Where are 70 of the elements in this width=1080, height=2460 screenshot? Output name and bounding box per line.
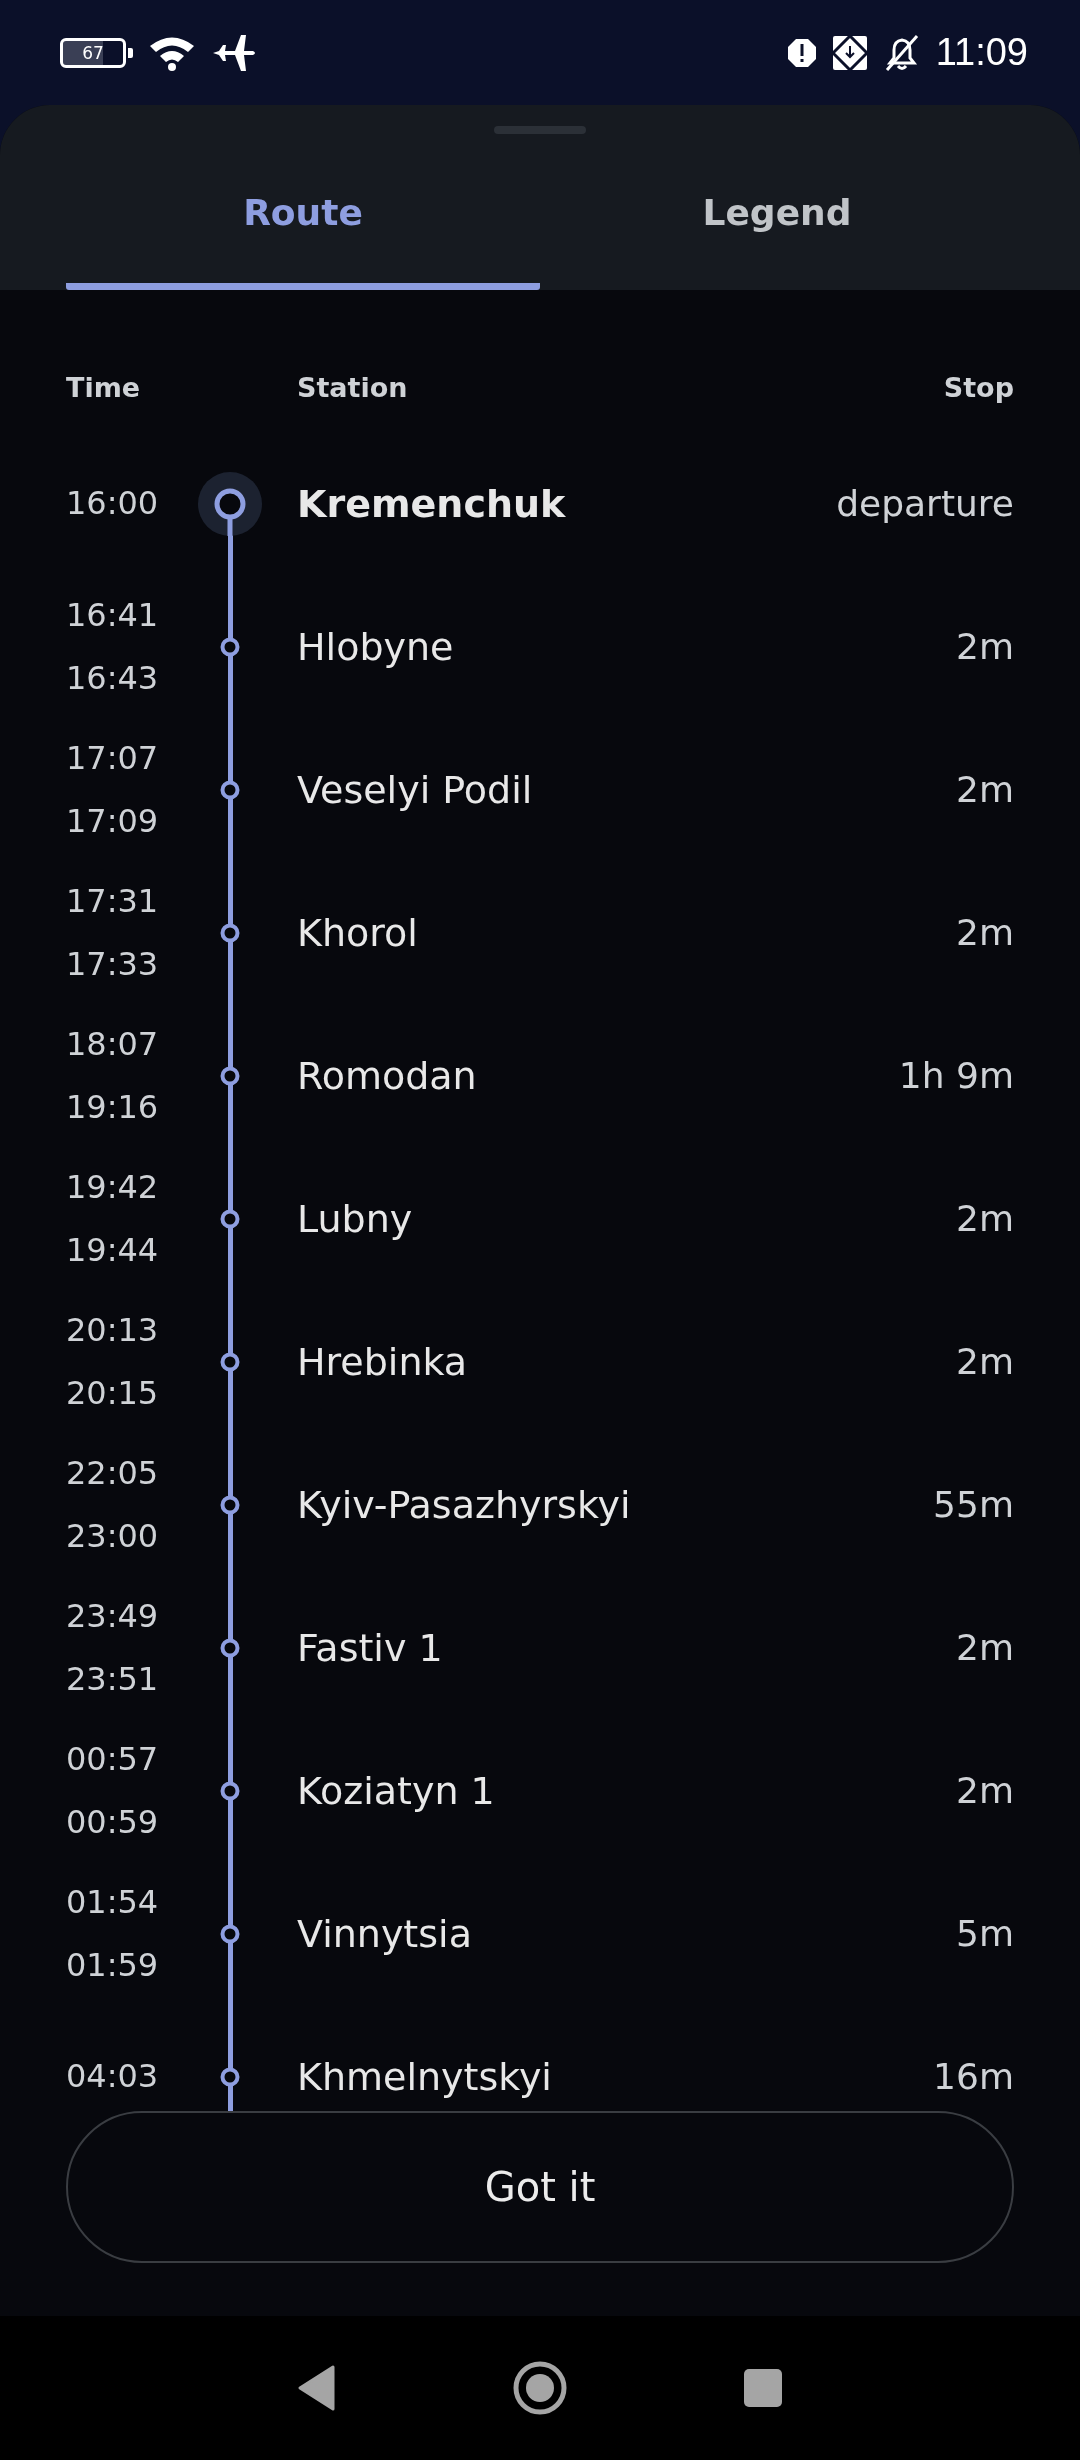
time-text: 16:43 [66, 657, 160, 699]
stop-duration: 2m [956, 1627, 1014, 1668]
column-header: Stop [943, 373, 1014, 403]
station-name: Hlobyne [296, 624, 455, 669]
time-text: 20:15 [66, 1372, 160, 1414]
time-text: 23:51 [66, 1658, 160, 1700]
tab[interactable]: Legend [540, 160, 1014, 290]
stop-duration: 2m [956, 912, 1014, 953]
station-name: Hrebinka [296, 1339, 469, 1384]
stop-duration: 2m [956, 1198, 1014, 1239]
timeline-stop-icon [220, 1923, 240, 1944]
time-text: 19:42 [66, 1166, 160, 1208]
timeline-stop-icon [220, 922, 240, 943]
station-name: Lubny [296, 1196, 414, 1241]
recents-icon[interactable] [743, 2368, 783, 2408]
stop-duration: 2m [956, 1770, 1014, 1811]
column-header: Station [297, 373, 409, 403]
station-name: Veselyi Podil [296, 767, 534, 812]
time-text: 20:13 [66, 1309, 160, 1351]
time-text: 00:59 [66, 1801, 160, 1843]
timeline-stop-icon [220, 1637, 240, 1658]
station-name: Kremenchuk [296, 481, 567, 526]
station-name: Khmelnytskyi [296, 2054, 553, 2099]
station-name: Fastiv 1 [296, 1625, 444, 1670]
stop-duration: 16m [933, 2056, 1014, 2097]
time-text: 16:41 [66, 594, 160, 636]
time-text: 00:57 [66, 1738, 160, 1780]
time-text: 04:03 [66, 2056, 160, 2097]
timeline-stop-icon [220, 1065, 240, 1086]
station-name: Romodan [296, 1053, 478, 1098]
timeline-stop-icon [220, 1208, 240, 1229]
time-text: 17:31 [66, 880, 160, 922]
time-text: 01:54 [66, 1881, 160, 1923]
stop-duration: 2m [956, 626, 1014, 667]
time-text: 17:09 [66, 800, 160, 842]
station-name: Kyiv-Pasazhyrskyi [296, 1482, 632, 1527]
station-name: Khorol [296, 910, 419, 955]
station-name: Vinnytsia [296, 1911, 473, 1956]
stop-duration: 1h 9m [898, 1055, 1014, 1096]
timeline-stop-icon [220, 636, 240, 657]
stop-duration: departure [836, 483, 1014, 524]
time-text: 18:07 [66, 1023, 160, 1065]
back-icon[interactable] [297, 2365, 337, 2411]
stop-duration: 2m [956, 1341, 1014, 1382]
time-text: 23:00 [66, 1515, 160, 1557]
timeline-stop-icon [220, 1780, 240, 1801]
time-text: 16:00 [66, 483, 160, 524]
stop-duration: 55m [933, 1484, 1014, 1525]
time-text: 23:49 [66, 1595, 160, 1637]
time-text: 22:05 [66, 1452, 160, 1494]
time-text: 19:44 [66, 1229, 160, 1271]
time-text: 17:07 [66, 737, 160, 779]
clock: 11:09 [935, 31, 1028, 74]
stop-duration: 2m [956, 769, 1014, 810]
stop-duration: 5m [956, 1913, 1014, 1954]
timeline-stop-icon [220, 1351, 240, 1372]
home-icon[interactable] [512, 2360, 568, 2416]
tab[interactable]: Route [66, 160, 540, 290]
data-saver-icon [831, 34, 868, 71]
time-text: 19:16 [66, 1086, 160, 1128]
timeline-stop-icon [220, 779, 240, 800]
column-header: Time [66, 373, 142, 403]
got-it-button[interactable]: Got it [66, 2111, 1014, 2263]
time-text: 01:59 [66, 1944, 160, 1986]
timeline-stop-icon [220, 1494, 240, 1515]
alert-icon [785, 36, 818, 69]
timeline-origin-icon [198, 471, 262, 536]
time-text: 17:33 [66, 943, 160, 985]
timeline-stop-icon [220, 2066, 240, 2087]
station-name: Koziatyn 1 [296, 1768, 496, 1813]
